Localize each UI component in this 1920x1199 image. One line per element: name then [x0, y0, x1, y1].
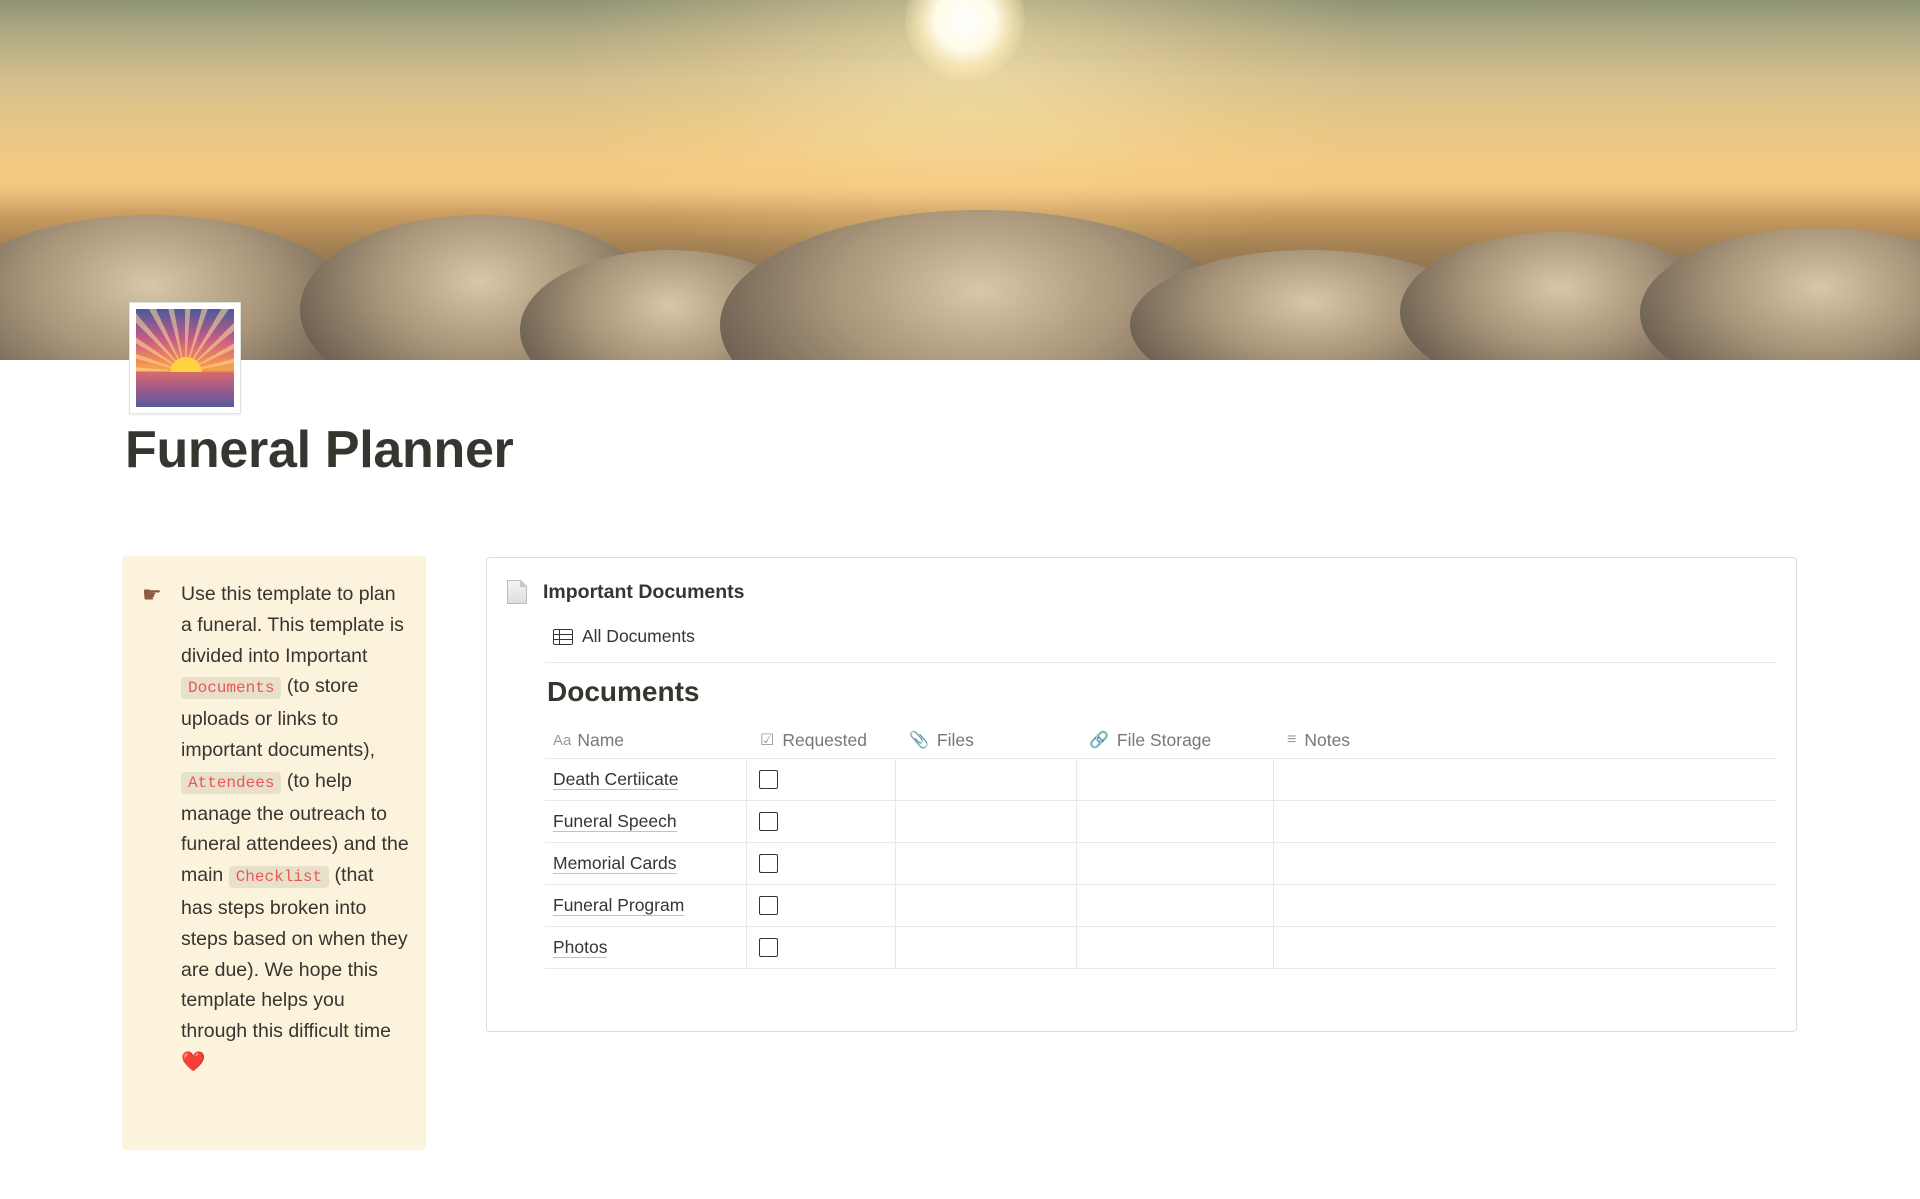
row-name[interactable]: Funeral Program	[553, 895, 685, 916]
callout-text-segment: (that has steps broken into steps based …	[181, 864, 408, 1043]
callout-text-segment: Use this template to plan a funeral. Thi…	[181, 583, 404, 667]
column-header-files[interactable]: 📎 Files	[909, 722, 974, 758]
callout-block: ☛ Use this template to plan a funeral. T…	[122, 556, 426, 1150]
database-heading: Documents	[547, 676, 700, 707]
view-tab-label: All Documents	[582, 626, 695, 646]
horizon-glow	[0, 150, 1920, 210]
cover-image	[0, 0, 1920, 360]
cloud	[1640, 228, 1920, 360]
table-row[interactable]: Funeral Program	[545, 884, 1777, 926]
paperclip-icon: 📎	[909, 732, 929, 749]
text-property-icon: Aa	[553, 731, 572, 749]
table-row[interactable]: Death Certiicate	[545, 758, 1777, 800]
column-label: Notes	[1304, 729, 1351, 750]
row-name-cell[interactable]: Photos	[553, 926, 608, 968]
checkbox-icon: ☑	[760, 732, 775, 749]
inline-code-documents: Documents	[181, 677, 282, 700]
table-row[interactable]: Funeral Speech	[545, 800, 1777, 842]
column-label: File Storage	[1116, 729, 1212, 750]
requested-checkbox[interactable]	[759, 770, 778, 789]
linked-database: Important Documents All Documents Docume…	[486, 557, 1797, 1032]
column-header-requested[interactable]: ☑ Requested	[760, 722, 867, 758]
column-label: Files	[936, 729, 974, 750]
column-label: Requested	[782, 729, 867, 750]
column-header-notes[interactable]: ≡ Notes	[1287, 722, 1350, 758]
sunrise-icon	[136, 309, 234, 407]
row-name-cell[interactable]: Memorial Cards	[553, 842, 677, 884]
inline-code-checklist: Checklist	[228, 866, 330, 889]
link-icon: 🔗	[1089, 732, 1109, 749]
row-name[interactable]: Death Certiicate	[553, 769, 679, 790]
callout-text: Use this template to plan a funeral. Thi…	[181, 579, 409, 1078]
database-title[interactable]: Important Documents	[543, 581, 745, 604]
table-header: Aa Name ☑ Requested 📎 Files 🔗 File Stora…	[545, 722, 1777, 758]
row-name[interactable]: Memorial Cards	[553, 853, 677, 874]
row-name-cell[interactable]: Funeral Program	[553, 884, 685, 926]
divider	[545, 662, 1777, 663]
column-label: Name	[577, 729, 625, 750]
requested-checkbox[interactable]	[759, 938, 778, 957]
tab-all-documents[interactable]: All Documents	[553, 626, 695, 647]
requested-checkbox[interactable]	[759, 812, 778, 831]
table-row[interactable]: Memorial Cards	[545, 842, 1777, 884]
inline-code-attendees: Attendees	[181, 771, 282, 794]
table-row[interactable]: Photos	[545, 926, 1777, 968]
row-name[interactable]: Funeral Speech	[553, 811, 677, 832]
row-name[interactable]: Photos	[553, 937, 608, 958]
requested-checkbox[interactable]	[759, 854, 778, 873]
table-icon	[553, 628, 573, 645]
requested-checkbox[interactable]	[759, 896, 778, 915]
text-lines-icon: ≡	[1287, 731, 1297, 748]
document-icon	[507, 580, 527, 604]
row-name-cell[interactable]: Funeral Speech	[553, 800, 677, 842]
page-title: Funeral Planner	[125, 421, 514, 479]
column-header-name[interactable]: Aa Name	[553, 722, 624, 758]
page-icon[interactable]	[129, 302, 241, 414]
database-title-row[interactable]: Important Documents	[507, 580, 745, 604]
row-name-cell[interactable]: Death Certiicate	[553, 758, 679, 800]
row-divider	[545, 968, 1777, 969]
pointing-hand-icon: ☛	[142, 582, 162, 607]
sea	[136, 371, 234, 407]
column-header-file-storage[interactable]: 🔗 File Storage	[1089, 722, 1211, 758]
heart-emoji: ❤️	[181, 1050, 206, 1073]
